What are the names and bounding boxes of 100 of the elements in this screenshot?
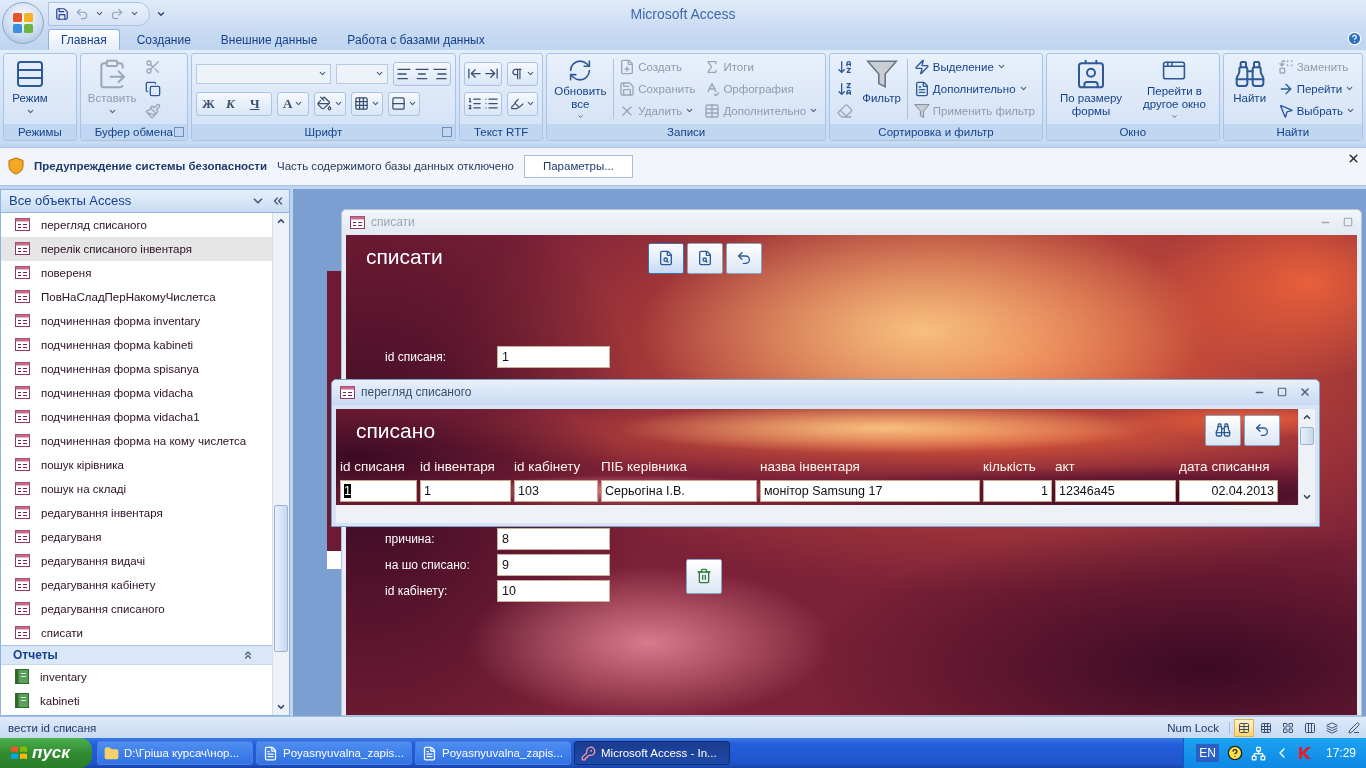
- bold-button[interactable]: Ж: [198, 93, 221, 114]
- form-icon: [15, 290, 30, 304]
- view-button[interactable]: [1234, 718, 1254, 737]
- navigation-item[interactable]: подчиненная форма vidacha1: [1, 404, 272, 429]
- navigation-item[interactable]: подчиненная форма vidacha: [1, 380, 272, 405]
- rows-icon[interactable]: [391, 96, 407, 112]
- window-title: списати: [371, 215, 416, 230]
- group-label: Режимы: [18, 125, 62, 138]
- navigation-item[interactable]: подчиненная форма kabineti: [1, 332, 272, 357]
- close-icon[interactable]: [1347, 152, 1360, 166]
- navigation-item[interactable]: kabineti: [1, 688, 272, 713]
- navigation-item[interactable]: inventary: [1, 664, 272, 689]
- spell-check-icon: [704, 80, 721, 97]
- language-indicator[interactable]: EN: [1196, 744, 1219, 762]
- save-icon[interactable]: [55, 6, 69, 21]
- contact-card-icon: [1075, 57, 1107, 90]
- numbered-list-icon[interactable]: [466, 96, 482, 112]
- layers-icon: [1326, 721, 1338, 734]
- form-icon: [15, 458, 30, 472]
- grid-icon[interactable]: [354, 96, 370, 112]
- taskbar-button[interactable]: Poyasnyuvalna_zapis...: [415, 741, 571, 765]
- ribbon-button[interactable]: Обновить все: [551, 55, 610, 122]
- group-label: Шрифт: [304, 125, 343, 138]
- office-button[interactable]: [2, 2, 44, 44]
- pilcrow-icon[interactable]: [509, 66, 524, 81]
- ribbon-button[interactable]: Выделение: [910, 55, 1038, 78]
- navigation-item[interactable]: повереня: [1, 260, 272, 285]
- form-icon: [15, 602, 30, 616]
- ribbon-button[interactable]: Режим: [8, 55, 52, 122]
- ribbon-tab[interactable]: Внешние данные: [207, 28, 331, 50]
- group-label: Текст RTF: [473, 125, 529, 138]
- ribbon-button[interactable]: Найти: [1227, 55, 1272, 122]
- options-button[interactable]: Параметры...: [523, 154, 633, 178]
- navigation-item[interactable]: редагування списаного: [1, 596, 272, 621]
- ribbon-button[interactable]: Перейти: [1274, 77, 1358, 100]
- network-icon[interactable]: [1250, 745, 1266, 761]
- report-icon: [15, 693, 29, 709]
- table-icon: [704, 102, 721, 119]
- window-title: Microsoft Access: [630, 5, 736, 22]
- replace-icon: [1277, 58, 1294, 75]
- filter-icon: [865, 57, 898, 90]
- navigation-item[interactable]: ПовНаСладПерНакомуЧислетса: [1, 284, 272, 309]
- navigation-item[interactable]: пошук на складі: [1, 476, 272, 501]
- form-icon: [15, 506, 30, 520]
- form-icon: [15, 218, 30, 232]
- form-icon: [15, 578, 30, 592]
- pencil-icon: [1348, 721, 1360, 734]
- scissors-icon: [145, 58, 162, 75]
- navigation-item[interactable]: перелік списаного інвентаря: [1, 236, 272, 261]
- navigation-item[interactable]: подчиненная форма spisanya: [1, 356, 272, 381]
- sort-descending-icon: [837, 80, 854, 97]
- security-message: Часть содержимого базы данных отключено: [277, 160, 514, 173]
- security-title: Предупреждение системы безопасности: [34, 160, 268, 173]
- navigation-item[interactable]: подчиненная форма на кому числетса: [1, 428, 272, 453]
- form-icon: [15, 626, 30, 640]
- caret-icon: [1169, 112, 1179, 120]
- brush-icon: [145, 102, 162, 119]
- highlighter-icon[interactable]: [509, 96, 524, 111]
- navigation-item[interactable]: пошук кірівника: [1, 452, 272, 477]
- form-icon: [15, 482, 30, 496]
- form-icon: [15, 386, 30, 400]
- navigation-item[interactable]: списати: [1, 620, 272, 645]
- ribbon-button[interactable]: Фильтр: [859, 55, 904, 122]
- start-button[interactable]: пуск: [0, 738, 92, 768]
- navigation-item[interactable]: подчиненная форма inventary: [1, 308, 272, 333]
- paint-bucket-icon[interactable]: [317, 96, 333, 112]
- font-color-button[interactable]: А: [279, 93, 307, 114]
- navigation-item[interactable]: редагування інвентаря: [1, 500, 272, 525]
- scrollbar-thumb[interactable]: [274, 504, 288, 652]
- filter-icon: [913, 102, 930, 119]
- folder-icon: [104, 745, 119, 761]
- copy-icon: [145, 80, 162, 97]
- document-icon: [422, 745, 437, 761]
- ribbon-tab[interactable]: Главная: [48, 28, 120, 50]
- italic-button[interactable]: К: [222, 93, 245, 114]
- ribbon-button[interactable]: Дополнительно: [910, 77, 1038, 100]
- ribbon-button[interactable]: Перейти в другое окно: [1134, 55, 1215, 122]
- ribbon-button[interactable]: Выбрать: [1274, 99, 1358, 122]
- ribbon-tab[interactable]: Создание: [123, 28, 204, 50]
- navigation-item[interactable]: редагування кабінету: [1, 572, 272, 597]
- eraser-icon: [837, 102, 854, 119]
- font-size-field[interactable]: [335, 63, 388, 84]
- underline-button[interactable]: Ч: [246, 93, 269, 114]
- form-icon: [15, 554, 30, 568]
- taskbar-button[interactable]: D:\Гріша курсач\нор...: [97, 741, 253, 765]
- pointer-icon: [1277, 102, 1294, 119]
- document-icon: [263, 745, 278, 761]
- ribbon-tab[interactable]: Работа с базами данных: [334, 28, 498, 50]
- navigation-item[interactable]: перегляд списаного: [1, 212, 272, 237]
- bullet-list-icon[interactable]: [483, 96, 499, 112]
- section-header[interactable]: Отчеты: [1, 644, 272, 665]
- save-icon: [619, 80, 636, 97]
- help-icon[interactable]: [1226, 745, 1243, 761]
- taskbar-button[interactable]: Poyasnyuvalna_zapis...: [256, 741, 412, 765]
- navigation-item[interactable]: редагуваня: [1, 524, 272, 549]
- navigation-item[interactable]: редагування видачі: [1, 548, 272, 573]
- ribbon-button[interactable]: По размеру формы: [1050, 55, 1132, 122]
- taskbar-button[interactable]: Microsoft Access - In...: [574, 741, 730, 765]
- font-name-field[interactable]: [195, 63, 331, 84]
- form-icon: [15, 242, 30, 256]
